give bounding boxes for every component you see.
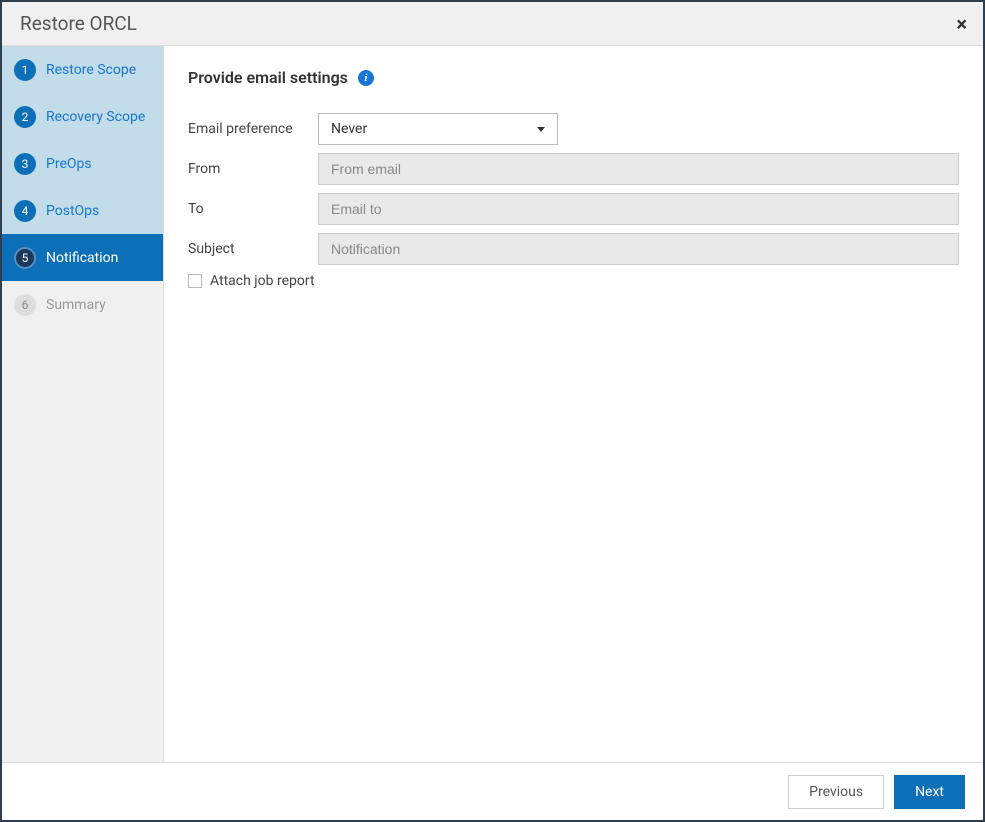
step-summary: 6 Summary <box>2 281 163 328</box>
step-number: 1 <box>14 59 36 81</box>
previous-button[interactable]: Previous <box>788 775 884 809</box>
row-from: From <box>188 153 959 185</box>
dialog-title: Restore ORCL <box>20 12 137 35</box>
step-restore-scope[interactable]: 1 Restore Scope <box>2 46 163 93</box>
step-label: Summary <box>46 297 106 313</box>
step-preops[interactable]: 3 PreOps <box>2 140 163 187</box>
restore-dialog: Restore ORCL × 1 Restore Scope 2 Recover… <box>0 0 985 822</box>
step-postops[interactable]: 4 PostOps <box>2 187 163 234</box>
main-content: Provide email settings i Email preferenc… <box>164 46 983 762</box>
label-from: From <box>188 161 318 177</box>
step-label: Restore Scope <box>46 62 136 78</box>
attach-job-report-checkbox[interactable] <box>188 274 202 288</box>
step-number: 5 <box>14 247 36 269</box>
close-icon[interactable]: × <box>956 14 967 34</box>
dialog-footer: Previous Next <box>2 762 983 820</box>
step-label: Recovery Scope <box>46 109 145 125</box>
attach-job-report-label: Attach job report <box>210 273 315 289</box>
from-input[interactable] <box>318 153 959 185</box>
step-number: 4 <box>14 200 36 222</box>
email-preference-select[interactable]: Never <box>318 113 558 145</box>
subject-input[interactable] <box>318 233 959 265</box>
step-recovery-scope[interactable]: 2 Recovery Scope <box>2 93 163 140</box>
step-label: PostOps <box>46 203 99 219</box>
info-icon[interactable]: i <box>358 70 374 86</box>
dialog-body: 1 Restore Scope 2 Recovery Scope 3 PreOp… <box>2 46 983 762</box>
content-header: Provide email settings i <box>188 68 959 87</box>
email-preference-select-wrap: Never <box>318 113 558 145</box>
row-to: To <box>188 193 959 225</box>
wizard-sidebar: 1 Restore Scope 2 Recovery Scope 3 PreOp… <box>2 46 164 762</box>
step-label: PreOps <box>46 156 92 172</box>
label-subject: Subject <box>188 241 318 257</box>
dialog-header: Restore ORCL × <box>2 2 983 46</box>
step-label: Notification <box>46 250 118 266</box>
step-number: 3 <box>14 153 36 175</box>
row-email-preference: Email preference Never <box>188 113 959 145</box>
label-email-preference: Email preference <box>188 121 318 137</box>
step-number: 6 <box>14 294 36 316</box>
row-subject: Subject <box>188 233 959 265</box>
row-attach-report: Attach job report <box>188 273 959 289</box>
label-to: To <box>188 201 318 217</box>
chevron-down-icon <box>537 127 545 132</box>
to-input[interactable] <box>318 193 959 225</box>
next-button[interactable]: Next <box>894 775 965 809</box>
select-value: Never <box>331 121 367 137</box>
content-title: Provide email settings <box>188 68 348 87</box>
step-notification[interactable]: 5 Notification <box>2 234 163 281</box>
step-number: 2 <box>14 106 36 128</box>
